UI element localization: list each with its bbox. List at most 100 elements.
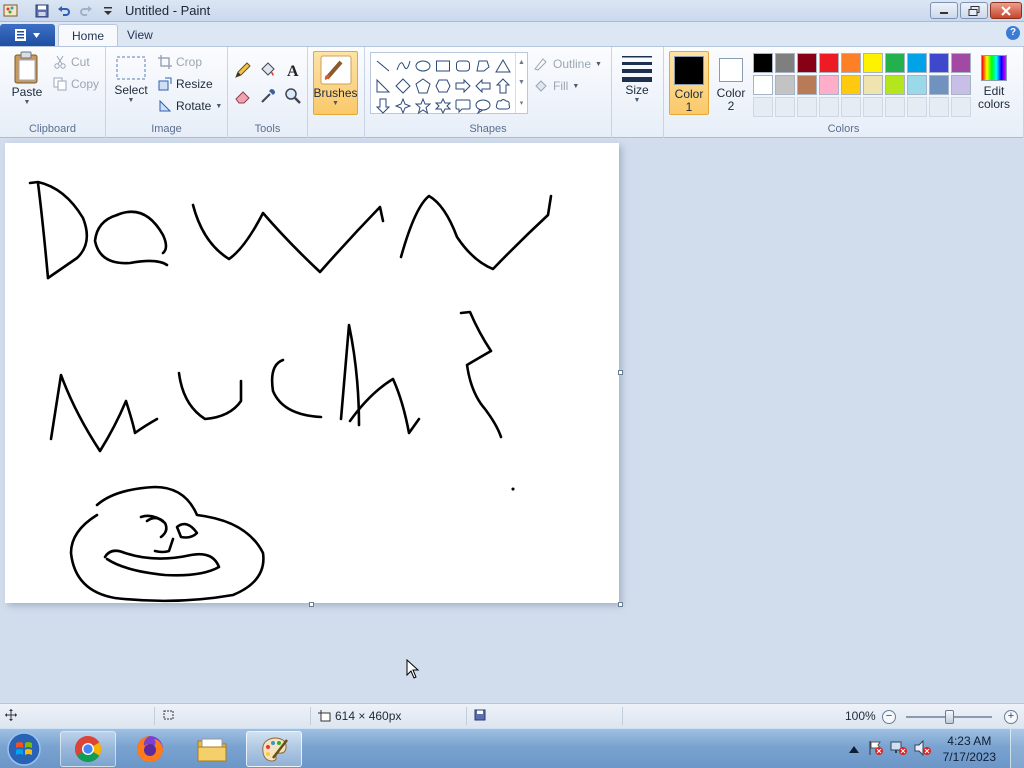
start-button[interactable] [4, 731, 44, 767]
help-icon[interactable]: ? [1006, 26, 1020, 40]
maximize-button[interactable] [960, 2, 988, 19]
resize-handle-bottom[interactable] [309, 602, 314, 607]
triangle-icon[interactable] [493, 56, 513, 75]
palette-custom-slot[interactable] [797, 97, 817, 117]
fill-button[interactable]: Fill ▼ [533, 77, 579, 95]
volume-icon[interactable] [914, 739, 932, 759]
rotate-button[interactable]: Rotate ▼ [158, 97, 222, 115]
crop-button[interactable]: Crop [158, 53, 202, 71]
resize-button[interactable]: Resize [158, 75, 213, 93]
cloud-callout-icon[interactable] [493, 96, 513, 115]
palette-custom-slot[interactable] [775, 97, 795, 117]
polygon-icon[interactable] [473, 56, 493, 75]
taskbar-file-explorer[interactable] [184, 731, 240, 767]
curve-icon[interactable] [393, 56, 413, 75]
six-point-star-icon[interactable] [433, 96, 453, 115]
taskbar-paint[interactable] [246, 731, 302, 767]
color-picker-icon[interactable] [257, 85, 279, 107]
palette-swatch[interactable] [885, 53, 905, 73]
right-triangle-icon[interactable] [373, 76, 393, 95]
rounded-callout-icon[interactable] [453, 96, 473, 115]
palette-swatch[interactable] [885, 75, 905, 95]
paint-app-icon[interactable] [3, 3, 19, 19]
resize-handle-corner[interactable] [618, 602, 623, 607]
canvas-workspace[interactable] [0, 139, 1024, 702]
four-point-star-icon[interactable] [393, 96, 413, 115]
palette-custom-slot[interactable] [929, 97, 949, 117]
palette-swatch[interactable] [819, 53, 839, 73]
action-center-flag-icon[interactable] [868, 740, 884, 759]
outline-button[interactable]: Outline ▼ [533, 55, 602, 73]
size-button[interactable]: Size ▼ [617, 53, 657, 104]
undo-icon[interactable] [56, 3, 72, 19]
taskbar-firefox[interactable] [122, 731, 178, 767]
palette-custom-slot[interactable] [907, 97, 927, 117]
palette-custom-slot[interactable] [819, 97, 839, 117]
zoom-slider-thumb[interactable] [945, 710, 954, 724]
show-desktop-button[interactable] [1010, 729, 1024, 768]
color2-button[interactable]: Color 2 [711, 51, 751, 115]
customize-qat-icon[interactable] [100, 3, 116, 19]
palette-swatch[interactable] [841, 75, 861, 95]
expand-gallery-icon[interactable]: ▾ [520, 99, 524, 107]
taskbar-chrome[interactable] [60, 731, 116, 767]
palette-swatch[interactable] [753, 75, 773, 95]
copy-button[interactable]: Copy [53, 75, 99, 93]
palette-swatch[interactable] [753, 53, 773, 73]
close-button[interactable] [990, 2, 1022, 19]
eraser-icon[interactable] [232, 85, 254, 107]
palette-swatch[interactable] [797, 75, 817, 95]
cut-button[interactable]: Cut [53, 53, 90, 71]
palette-swatch[interactable] [951, 53, 971, 73]
palette-swatch[interactable] [841, 53, 861, 73]
scroll-down-icon[interactable]: ▼ [518, 79, 525, 86]
palette-swatch[interactable] [907, 53, 927, 73]
color1-button[interactable]: Color 1 [669, 51, 709, 115]
palette-swatch[interactable] [775, 75, 795, 95]
resize-handle-right[interactable] [618, 370, 623, 375]
palette-swatch[interactable] [929, 75, 949, 95]
edit-colors-button[interactable]: Edit colors [974, 51, 1014, 115]
diamond-icon[interactable] [393, 76, 413, 95]
palette-custom-slot[interactable] [753, 97, 773, 117]
tab-view[interactable]: View [114, 24, 166, 46]
redo-icon[interactable] [78, 3, 94, 19]
pencil-icon[interactable] [232, 59, 254, 81]
left-arrow-icon[interactable] [473, 76, 493, 95]
brushes-button[interactable]: Brushes ▼ [313, 51, 358, 115]
shapes-scrollbar[interactable]: ▲ ▼ ▾ [515, 53, 527, 113]
network-icon[interactable] [890, 740, 908, 759]
five-point-star-icon[interactable] [413, 96, 433, 115]
line-icon[interactable] [373, 56, 393, 75]
rounded-rectangle-icon[interactable] [453, 56, 473, 75]
palette-custom-slot[interactable] [841, 97, 861, 117]
palette-custom-slot[interactable] [863, 97, 883, 117]
paint-menu-button[interactable] [0, 24, 55, 46]
palette-swatch[interactable] [775, 53, 795, 73]
save-icon[interactable] [34, 3, 50, 19]
magnifier-icon[interactable] [282, 85, 304, 107]
oval-callout-icon[interactable] [473, 96, 493, 115]
oval-icon[interactable] [413, 56, 433, 75]
paste-button[interactable]: Paste ▼ [8, 51, 46, 106]
palette-swatch[interactable] [951, 75, 971, 95]
palette-swatch[interactable] [797, 53, 817, 73]
down-arrow-icon[interactable] [373, 96, 393, 115]
up-arrow-icon[interactable] [493, 76, 513, 95]
palette-swatch[interactable] [863, 75, 883, 95]
select-button[interactable]: Select ▼ [112, 55, 150, 104]
palette-swatch[interactable] [863, 53, 883, 73]
tab-home[interactable]: Home [58, 24, 119, 46]
right-arrow-icon[interactable] [453, 76, 473, 95]
palette-custom-slot[interactable] [885, 97, 905, 117]
show-hidden-icons-icon[interactable] [849, 742, 859, 756]
rectangle-icon[interactable] [433, 56, 453, 75]
text-icon[interactable]: A [282, 59, 304, 81]
clock[interactable]: 4:23 AM 7/17/2023 [943, 733, 996, 765]
minimize-button[interactable] [930, 2, 958, 19]
fill-bucket-icon[interactable] [257, 59, 279, 81]
palette-swatch[interactable] [929, 53, 949, 73]
palette-custom-slot[interactable] [951, 97, 971, 117]
scroll-up-icon[interactable]: ▲ [518, 59, 525, 66]
drawing-canvas[interactable] [5, 143, 619, 603]
